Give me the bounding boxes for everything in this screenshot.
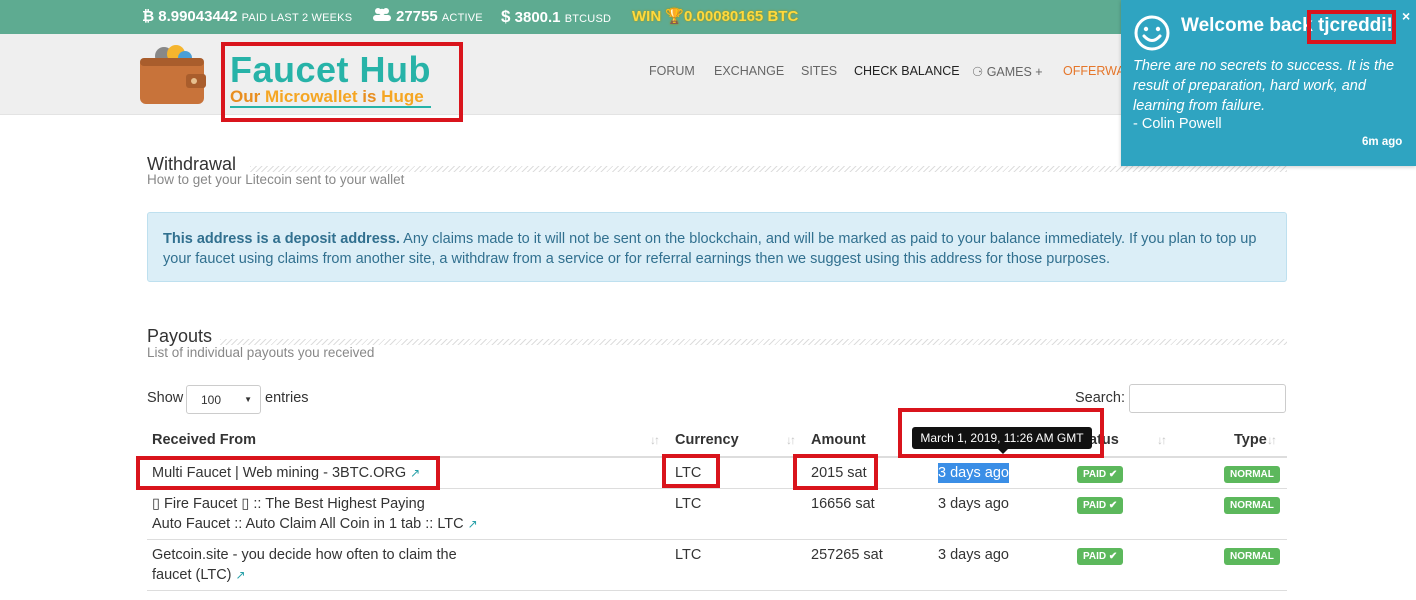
payouts-subtitle: List of individual payouts you received xyxy=(147,345,375,360)
row-2-amount: 16656 sat xyxy=(811,496,875,512)
row-3-currency: LTC xyxy=(675,547,702,563)
annotation-box-amount xyxy=(793,454,878,490)
paid-amount: 8.99043442 xyxy=(158,8,238,25)
win-label: WIN xyxy=(632,8,662,25)
withdrawal-subtitle: How to get your Litecoin sent to your wa… xyxy=(147,172,405,187)
annotation-box-currency xyxy=(662,454,720,488)
payouts-title: Payouts xyxy=(147,326,213,346)
row-3-time[interactable]: 3 days ago xyxy=(938,545,1009,565)
bitcoin-icon: ₿ xyxy=(142,8,155,25)
users-icon xyxy=(372,0,392,34)
row-2-time[interactable]: 3 days ago xyxy=(938,494,1009,514)
row-2-type-badge: NORMAL xyxy=(1224,497,1280,514)
col-currency[interactable]: Currency xyxy=(675,432,739,448)
smiley-icon xyxy=(1133,14,1171,52)
annotation-box-date xyxy=(898,408,1104,458)
external-link-icon[interactable]: ↗ xyxy=(468,517,478,531)
price-value: 3800.1 xyxy=(514,9,561,26)
col-amount[interactable]: Amount xyxy=(811,432,866,448)
trophy-icon: 🏆 xyxy=(665,8,685,25)
price-label: BTCUSD xyxy=(564,13,612,25)
nav-exchange[interactable]: EXCHANGE xyxy=(714,64,784,84)
show-label: Show xyxy=(147,390,184,406)
win-amount: 0.00080165 BTC xyxy=(684,8,799,25)
entries-label: entries xyxy=(265,390,309,406)
col-received-from[interactable]: Received From xyxy=(152,432,256,448)
dollar-icon: $ xyxy=(501,7,511,26)
col-type[interactable]: Type xyxy=(1234,432,1267,448)
row-divider xyxy=(147,590,1287,591)
nav-sites[interactable]: SITES xyxy=(801,64,837,84)
alert-text-2: your faucet using claims from another si… xyxy=(163,251,1110,267)
nav-games[interactable]: ⚆ GAMES + xyxy=(972,64,1043,84)
row-3-type-badge: NORMAL xyxy=(1224,548,1280,565)
title-divider xyxy=(220,339,1287,345)
wallet-logo-icon[interactable] xyxy=(140,44,206,106)
paid-label: PAID LAST 2 WEEKS xyxy=(241,12,353,24)
notification-quote: There are no secrets to success. It is t… xyxy=(1133,58,1395,114)
sort-icon[interactable]: ↓↑ xyxy=(1157,433,1167,447)
gamepad-icon: ⚆ xyxy=(972,65,987,79)
deposit-address-alert: This address is a deposit address. Any c… xyxy=(147,212,1287,282)
row-1-time[interactable]: 3 days ago xyxy=(938,463,1009,483)
search-input[interactable] xyxy=(1129,384,1286,413)
active-count: 27755 xyxy=(396,8,438,25)
sort-icon[interactable]: ↓↑ xyxy=(786,433,796,447)
row-divider xyxy=(147,539,1287,540)
title-divider xyxy=(250,166,1287,172)
row-3-status-badge: PAID ✔ xyxy=(1077,548,1124,565)
row-2-received-from[interactable]: ▯ Fire Faucet ▯ :: The Best Highest Payi… xyxy=(152,494,478,534)
active-stat: 27755 ACTIVE xyxy=(372,0,483,34)
active-label: ACTIVE xyxy=(441,12,483,24)
row-3-amount: 257265 sat xyxy=(811,547,883,563)
row-1-type-badge: NORMAL xyxy=(1224,466,1280,483)
nav-forum[interactable]: FORUM xyxy=(649,64,695,84)
external-link-icon[interactable]: ↗ xyxy=(236,568,246,582)
search-label: Search: xyxy=(1075,390,1125,406)
entries-select[interactable]: 100 ▼ xyxy=(186,385,261,414)
price-stat: $ 3800.1 BTCUSD xyxy=(501,0,611,34)
notification-author: - Colin Powell xyxy=(1133,116,1222,132)
row-2-status-badge: PAID ✔ xyxy=(1077,497,1124,514)
sort-icon[interactable]: ↓↑ xyxy=(1267,433,1277,447)
row-2-currency: LTC xyxy=(675,496,702,512)
annotation-box-source xyxy=(136,456,440,490)
win-stat: WIN 🏆0.00080165 BTC xyxy=(632,0,798,34)
close-icon[interactable]: × xyxy=(1402,8,1410,24)
notification-time: 6m ago xyxy=(1362,136,1403,148)
alert-text: Any claims made to it will not be sent o… xyxy=(399,231,1257,247)
annotation-box-username xyxy=(1307,10,1396,44)
nav-check-balance[interactable]: CHECK BALANCE xyxy=(854,64,960,84)
annotation-box-logo xyxy=(221,42,463,122)
paid-stat: ₿ 8.99043442 PAID LAST 2 WEEKS xyxy=(142,0,352,34)
row-3-received-from[interactable]: Getcoin.site - you decide how often to c… xyxy=(152,545,457,585)
nav-offerwall[interactable]: OFFERWA xyxy=(1063,64,1125,84)
sort-icon[interactable]: ↓↑ xyxy=(650,433,660,447)
caret-down-icon: ▼ xyxy=(244,395,252,404)
alert-bold: This address is a deposit address. xyxy=(163,231,400,247)
row-1-status-badge: PAID ✔ xyxy=(1077,466,1124,483)
